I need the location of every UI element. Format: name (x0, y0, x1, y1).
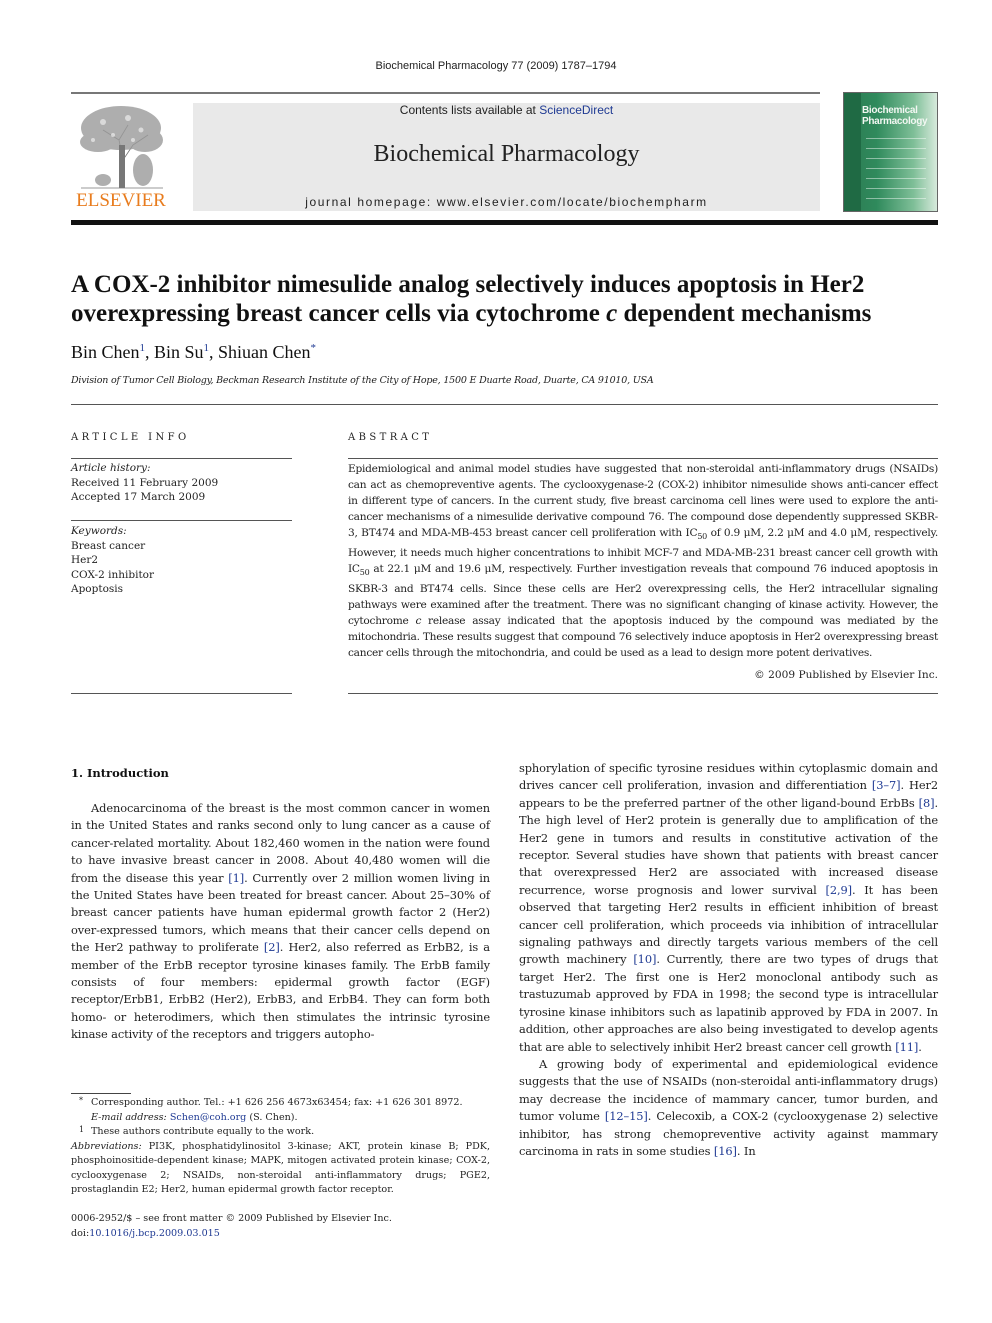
citation-link[interactable]: [1] (228, 871, 244, 885)
corresponding-author-mark[interactable]: * (311, 342, 317, 354)
abstract-text: Epidemiological and animal model studies… (348, 461, 938, 661)
body-text: . The high level of Her2 protein is gene… (519, 795, 938, 897)
sciencedirect-link[interactable]: ScienceDirect (539, 103, 613, 117)
article-info-heading: ARTICLE INFO (71, 432, 190, 443)
keyword: Her2 (71, 554, 99, 566)
front-matter: 0006-2952/$ – see front matter © 2009 Pu… (71, 1211, 392, 1241)
accepted-date: Accepted 17 March 2009 (71, 491, 206, 503)
footnote-mark: * (79, 1096, 83, 1105)
email-suffix: (S. Chen). (246, 1111, 298, 1123)
article-title: A COX-2 inhibitor nimesulide analog sele… (71, 270, 941, 328)
body-text: . (918, 1039, 922, 1054)
citation-link[interactable]: [11] (895, 1040, 918, 1054)
email-label: E-mail address: (91, 1111, 167, 1123)
doi-link[interactable]: 10.1016/j.bcp.2009.03.015 (89, 1228, 220, 1239)
body-column-left: Adenocarcinoma of the breast is the most… (71, 800, 490, 1044)
citation-link[interactable]: [16] (714, 1144, 737, 1158)
footnote-equal: 1 These authors contribute equally to the… (71, 1125, 490, 1140)
abstract-heading: ABSTRACT (348, 432, 433, 443)
author-list: Bin Chen1, Bin Su1, Shiuan Chen* (71, 342, 317, 362)
keywords-block: Keywords: Breast cancer Her2 COX-2 inhib… (71, 524, 292, 597)
body-paragraph: sphorylation of specific tyrosine residu… (519, 760, 938, 1056)
masthead-thick-rule (71, 220, 938, 225)
author-name[interactable]: Bin Chen (71, 342, 140, 362)
elsevier-wordmark: ELSEVIER (76, 190, 166, 211)
affiliation: Division of Tumor Cell Biology, Beckman … (71, 375, 654, 386)
journal-homepage-link[interactable]: journal homepage: www.elsevier.com/locat… (193, 195, 820, 209)
body-column-right: sphorylation of specific tyrosine residu… (519, 760, 938, 1160)
elsevier-logo[interactable]: ELSEVIER (71, 100, 171, 212)
divider (348, 693, 938, 694)
keyword: Breast cancer (71, 539, 146, 552)
issn-line: 0006-2952/$ – see front matter © 2009 Pu… (71, 1213, 392, 1224)
cover-spine (844, 93, 861, 211)
citation-link[interactable]: [8] (919, 796, 935, 810)
divider (71, 404, 938, 405)
footnotes: * Corresponding author. Tel.: +1 626 256 … (71, 1096, 490, 1198)
divider (71, 520, 292, 521)
contents-prefix: Contents lists available at (399, 103, 540, 117)
title-part2: dependent mechanisms (617, 300, 872, 327)
footnote-mark: 1 (79, 1125, 85, 1134)
contents-line: Contents lists available at ScienceDirec… (193, 103, 820, 117)
author-name[interactable]: Shiuan Chen (218, 342, 311, 362)
journal-title: Biochemical Pharmacology (373, 141, 640, 167)
section-heading-introduction: 1. Introduction (71, 766, 169, 780)
body-text: . Her2, also referred as ErbB2, is a mem… (71, 940, 490, 1042)
cover-title-line1: Biochemical (862, 105, 918, 116)
cover-lines (866, 138, 926, 208)
citation-link[interactable]: [2] (264, 940, 280, 954)
footnote-email: E-mail address: Schen@coh.org (S. Chen). (71, 1111, 490, 1126)
author-mark[interactable]: 1 (204, 342, 210, 354)
divider (348, 458, 938, 459)
masthead-box: Contents lists available at ScienceDirec… (193, 103, 820, 211)
received-date: Received 11 February 2009 (71, 476, 219, 489)
footnote-corresponding: * Corresponding author. Tel.: +1 626 256 … (71, 1096, 490, 1111)
cover-title: Biochemical Pharmacology (862, 105, 928, 127)
body-paragraph: A growing body of experimental and epide… (519, 1056, 938, 1160)
author-name[interactable]: Bin Su (154, 342, 204, 362)
footnote-text: These authors contribute equally to the … (91, 1126, 315, 1137)
doi-line: doi:10.1016/j.bcp.2009.03.015 (71, 1226, 392, 1241)
article-history: Article history: Received 11 February 20… (71, 461, 292, 505)
body-text: . Currently, there are two types of drug… (519, 952, 938, 1054)
keyword: Apoptosis (71, 583, 124, 595)
doi-prefix: doi: (71, 1228, 90, 1239)
cover-title-line2: Pharmacology (862, 116, 928, 127)
history-label: Article history: (71, 462, 151, 474)
body-text: . In (736, 1143, 756, 1158)
footnote-abbreviations: Abbreviations: PI3K, phosphatidylinosito… (71, 1140, 490, 1198)
divider (71, 693, 292, 694)
running-head: Biochemical Pharmacology 77 (2009) 1787–… (375, 60, 617, 72)
citation-link[interactable]: [3–7] (872, 778, 901, 792)
subscript: 50 (697, 532, 707, 542)
abstract-seg: release assay indicated that the apoptos… (348, 615, 938, 660)
masthead-rule (71, 92, 820, 94)
email-link[interactable]: Schen@coh.org (170, 1112, 246, 1123)
abstract-copyright: © 2009 Published by Elsevier Inc. (754, 669, 938, 681)
abbreviations-label: Abbreviations: (71, 1140, 142, 1152)
citation-link[interactable]: [10] (633, 952, 656, 966)
divider (71, 458, 292, 459)
citation-link[interactable]: [12–15] (605, 1109, 648, 1123)
author-mark[interactable]: 1 (140, 342, 146, 354)
title-italic: c (606, 300, 618, 327)
keywords-label: Keywords: (71, 525, 127, 537)
citation-link[interactable]: [2,9] (825, 883, 852, 897)
keyword: COX-2 inhibitor (71, 568, 155, 581)
elsevier-tree-icon (80, 106, 163, 189)
journal-cover[interactable]: Biochemical Pharmacology (843, 92, 938, 212)
footnote-text: Corresponding author. Tel.: +1 626 256 4… (91, 1097, 463, 1108)
